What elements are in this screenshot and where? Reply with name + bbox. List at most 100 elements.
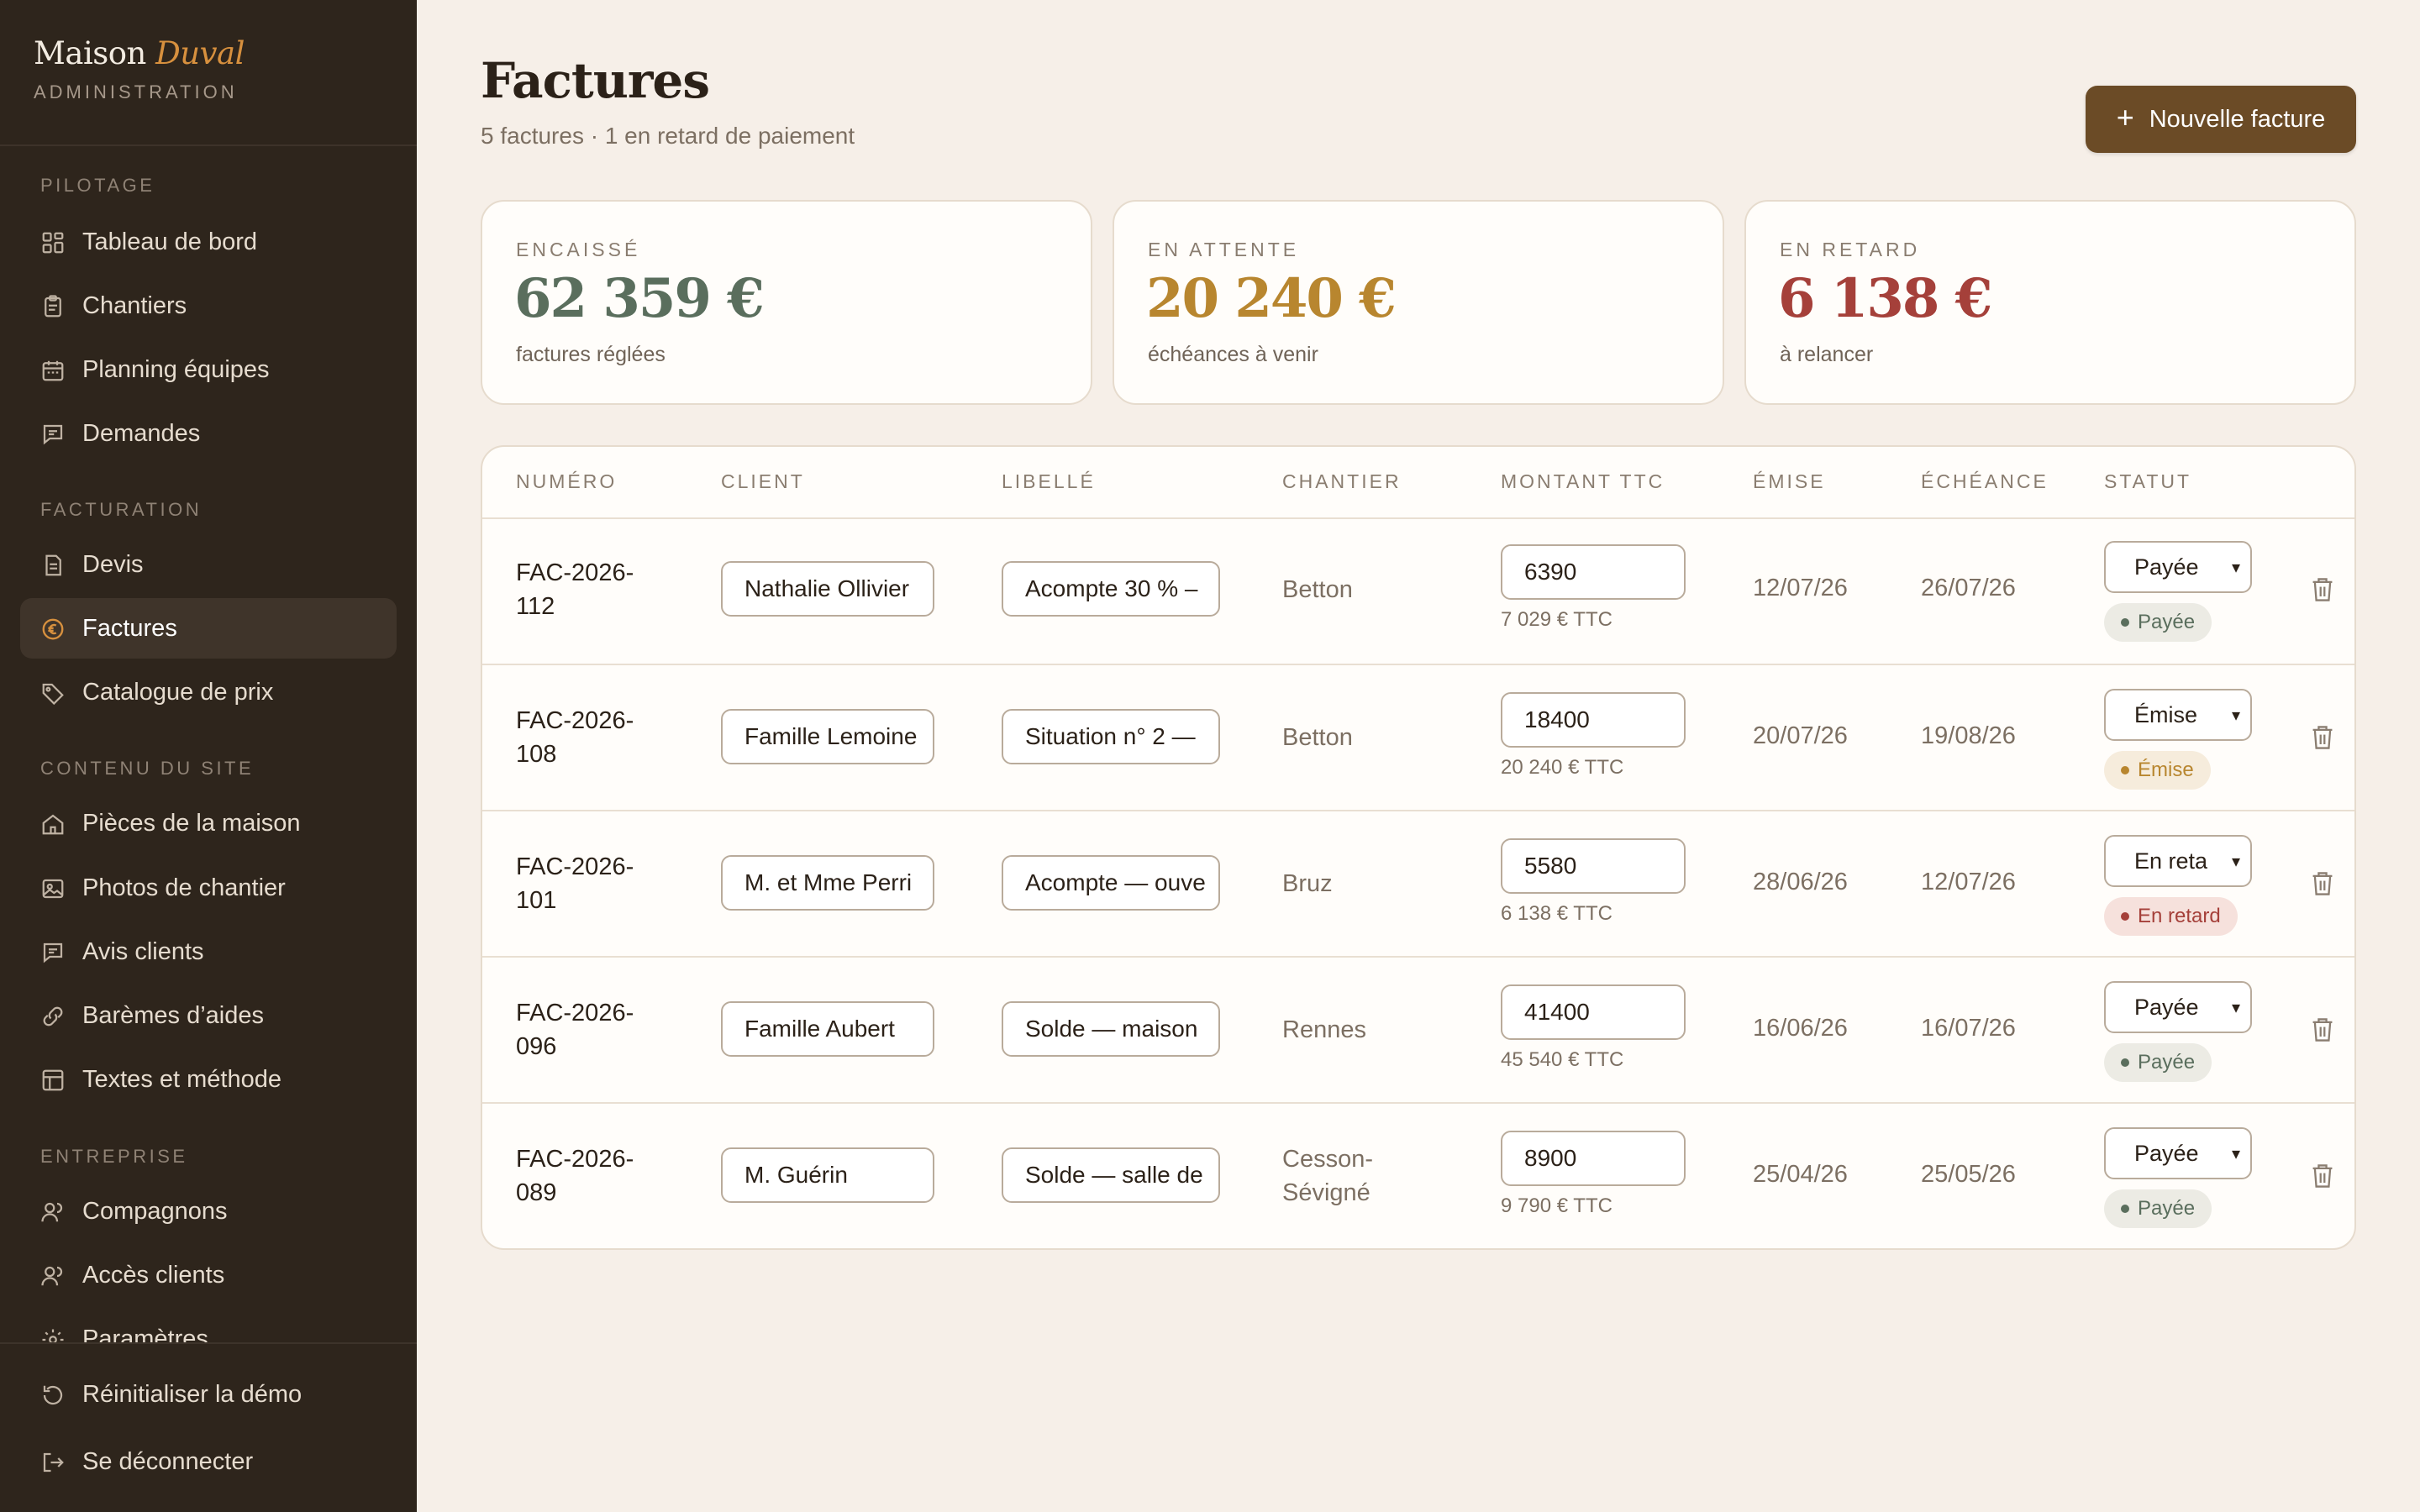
new-invoice-button[interactable]: + Nouvelle facture	[2086, 86, 2356, 153]
sidebar-item-label: Factures	[82, 614, 177, 642]
stat-note: à relancer	[1780, 343, 1874, 366]
link-icon	[40, 1004, 66, 1029]
image-icon	[40, 876, 66, 901]
client-field[interactable]: Nathalie Ollivier	[721, 561, 934, 617]
table-row: FAC-2026- 101 M. et Mme Perri Acompte — o…	[482, 810, 2354, 956]
sidebar-item-photos-de-chantier[interactable]: Photos de chantier	[20, 858, 397, 918]
table-row: FAC-2026- 089 M. Guérin Solde — salle de …	[482, 1102, 2354, 1248]
amount-input[interactable]: 8900	[1501, 1131, 1686, 1186]
invoice-number: FAC-2026- 108	[516, 707, 634, 768]
status-select[interactable]: Payée ▾	[2104, 541, 2252, 593]
chantier-cell: Cesson- Sévigné	[1282, 1146, 1373, 1206]
section-entreprise: ENTREPRISE	[40, 1146, 188, 1167]
logout-button[interactable]: Se déconnecter	[20, 1431, 397, 1492]
status-badge: En retard	[2104, 897, 2238, 936]
sidebar-item-chantiers[interactable]: Chantiers	[20, 276, 397, 336]
stat-label: ENCAISSÉ	[516, 239, 641, 260]
status-dot	[2121, 766, 2129, 774]
stat-note: échéances à venir	[1148, 343, 1318, 366]
date-echeance: 16/07/26	[1921, 1015, 2016, 1042]
date-emise: 25/04/26	[1753, 1161, 1848, 1188]
sidebar-item-tableau-de-bord[interactable]: Tableau de bord	[20, 212, 397, 272]
amount-input[interactable]: 18400	[1501, 692, 1686, 748]
sidebar-item-catalogue-de-prix[interactable]: Catalogue de prix	[20, 662, 397, 722]
chevron-down-icon: ▾	[2231, 706, 2240, 725]
status-dot	[2121, 1058, 2129, 1067]
sidebar-item-acces-clients[interactable]: Accès clients	[20, 1245, 397, 1305]
delete-icon[interactable]	[2311, 1163, 2334, 1189]
stat-value: 20 240 €	[1146, 267, 1397, 330]
message-icon	[40, 940, 66, 965]
invoices-table: NUMÉRO CLIENT LIBELLÉ CHANTIER MONTANT T…	[481, 445, 2356, 1250]
sidebar-item-label: Accès clients	[82, 1261, 225, 1289]
gear-icon	[40, 1327, 66, 1342]
sidebar-item-factures[interactable]: Factures	[20, 598, 397, 659]
sidebar-item-label: Compagnons	[82, 1197, 228, 1225]
client-field[interactable]: Famille Lemoine	[721, 709, 934, 764]
sidebar-item-textes-et-methode[interactable]: Textes et méthode	[20, 1049, 397, 1110]
client-field[interactable]: M. Guérin	[721, 1147, 934, 1203]
status-dot	[2121, 618, 2129, 627]
layout-icon	[40, 1068, 66, 1093]
page-title: Factures	[481, 52, 710, 109]
column-header-chantier: CHANTIER	[1282, 470, 1402, 492]
libelle-field[interactable]: Acompte — ouve	[1002, 855, 1220, 911]
sidebar-item-label: Catalogue de prix	[82, 678, 274, 706]
status-select[interactable]: Émise ▾	[2104, 689, 2252, 741]
invoice-number: FAC-2026- 096	[516, 1000, 634, 1060]
sidebar-item-planning-equipes[interactable]: Planning équipes	[20, 339, 397, 400]
amount-input[interactable]: 5580	[1501, 838, 1686, 894]
client-field[interactable]: M. et Mme Perri	[721, 855, 934, 911]
sidebar-item-pieces-de-la-maison[interactable]: Pièces de la maison	[20, 793, 397, 853]
status-select[interactable]: Payée ▾	[2104, 1127, 2252, 1179]
client-field[interactable]: Famille Aubert	[721, 1001, 934, 1057]
libelle-field[interactable]: Solde — salle de	[1002, 1147, 1220, 1203]
amount-input[interactable]: 6390	[1501, 544, 1686, 600]
chevron-down-icon: ▾	[2231, 852, 2240, 871]
column-header-montant: MONTANT TTC	[1501, 470, 1665, 492]
amount-ttc: 6 138 € TTC	[1501, 902, 1612, 925]
delete-icon[interactable]	[2311, 870, 2334, 897]
chevron-down-icon: ▾	[2231, 558, 2240, 577]
delete-icon[interactable]	[2311, 576, 2334, 603]
sidebar-item-demandes[interactable]: Demandes	[20, 403, 397, 464]
sidebar-item-avis-clients[interactable]: Avis clients	[20, 921, 397, 982]
libelle-field[interactable]: Situation n° 2 —	[1002, 709, 1220, 764]
sidebar-item-baremes-d-aides[interactable]: Barèmes d’aides	[20, 985, 397, 1046]
status-badge: Émise	[2104, 751, 2211, 790]
delete-icon[interactable]	[2311, 1016, 2334, 1043]
column-header-libelle: LIBELLÉ	[1002, 470, 1096, 492]
date-emise: 20/07/26	[1753, 722, 1848, 749]
status-badge: Payée	[2104, 1189, 2212, 1228]
sidebar-nav[interactable]: PILOTAGE Tableau de bord Chantiers Plann…	[0, 146, 417, 1342]
document-icon	[40, 553, 66, 578]
stat-label: EN ATTENTE	[1148, 239, 1300, 260]
chevron-down-icon: ▾	[2231, 1144, 2240, 1163]
libelle-field[interactable]: Solde — maison	[1002, 1001, 1220, 1057]
libelle-field[interactable]: Acompte 30 % –	[1002, 561, 1220, 617]
section-facturation: FACTURATION	[40, 499, 203, 520]
main-content: Factures 5 factures · 1 en retard de pai…	[417, 0, 2420, 1512]
sidebar-item-compagnons[interactable]: Compagnons	[20, 1181, 397, 1242]
sidebar-item-parametres[interactable]: Paramètres	[20, 1309, 397, 1342]
sidebar-item-label: Barèmes d’aides	[82, 1001, 264, 1029]
date-emise: 16/06/26	[1753, 1015, 1848, 1042]
chantier-cell: Bruz	[1282, 870, 1333, 897]
clipboard-icon	[40, 294, 66, 319]
status-select[interactable]: Payée ▾	[2104, 981, 2252, 1033]
stat-card-en-attente: EN ATTENTE 20 240 € échéances à venir	[1113, 200, 1724, 405]
home-icon	[40, 811, 66, 837]
status-select[interactable]: En reta ▾	[2104, 835, 2252, 887]
amount-ttc: 9 790 € TTC	[1501, 1194, 1612, 1217]
users-icon	[40, 1263, 66, 1289]
column-header-echeance: ÉCHÉANCE	[1921, 470, 2049, 492]
sidebar-item-label: Photos de chantier	[82, 874, 286, 901]
reset-demo-button[interactable]: Réinitialiser la démo	[20, 1364, 397, 1425]
status-dot	[2121, 1205, 2129, 1213]
delete-icon[interactable]	[2311, 724, 2334, 751]
sidebar-item-devis[interactable]: Devis	[20, 534, 397, 595]
amount-input[interactable]: 41400	[1501, 984, 1686, 1040]
brand[interactable]: Maison Duval ADMINISTRATION	[34, 35, 245, 103]
section-contenu-du-site: CONTENU DU SITE	[40, 758, 255, 779]
tag-icon	[40, 680, 66, 706]
